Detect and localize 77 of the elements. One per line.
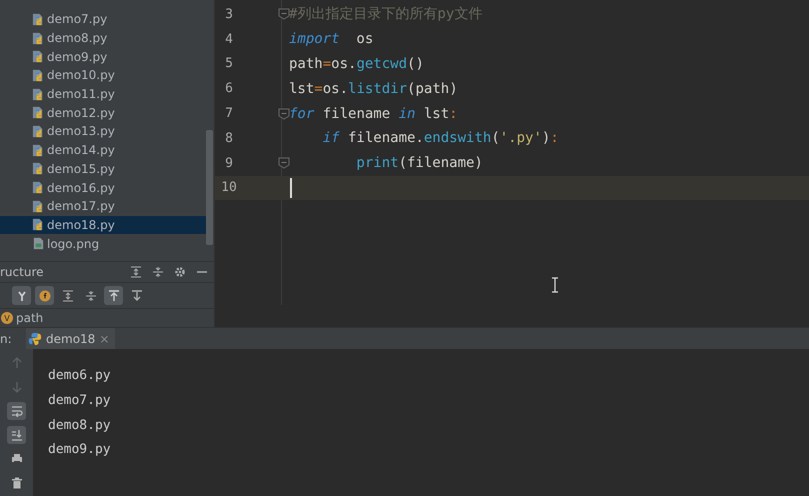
panel-title: ructure [0, 265, 44, 279]
code-line: print(filename) [355, 155, 483, 172]
expand-all-icon [62, 290, 74, 302]
scroll-to-end-icon [10, 429, 22, 441]
toolbar-toggle[interactable] [12, 286, 31, 305]
line-number: 5 [224, 56, 234, 72]
python-icon [28, 332, 42, 346]
python-file-icon [32, 32, 45, 45]
file-tree-item[interactable]: demo11.py [0, 84, 206, 104]
python-file-icon [32, 200, 45, 213]
text-caret [290, 178, 292, 198]
text-cursor-icon [551, 277, 559, 293]
run-toolbar-button[interactable] [7, 402, 26, 420]
run-toolbar-button[interactable] [7, 426, 26, 444]
file-tree-item[interactable]: logo.png [0, 234, 206, 253]
file-tree-item[interactable]: demo10.py [0, 66, 206, 85]
expand-all-icon[interactable] [130, 266, 142, 278]
python-file-icon [32, 88, 45, 101]
file-tree-item[interactable]: demo14.py [0, 140, 206, 160]
code-line: lst=os.listdir(path) [289, 80, 458, 97]
python-file-icon [32, 12, 45, 26]
file-tree-item[interactable]: demo12.py [0, 103, 206, 122]
settings-icon[interactable] [174, 266, 186, 278]
python-file-icon [32, 68, 45, 82]
file-tree-item[interactable]: demo13.py [0, 122, 206, 141]
arrow-up-icon [10, 357, 22, 369]
console-output-line: demo9.py [48, 441, 111, 460]
python-file-icon [32, 106, 45, 120]
line-number: 9 [224, 156, 234, 171]
console-output-line: demo7.py [48, 392, 111, 410]
soft-wrap-icon [10, 405, 22, 417]
fold-marker-icon[interactable] [278, 108, 290, 120]
file-tree-item[interactable]: demo9.py [0, 47, 206, 66]
collapse-all-icon[interactable] [152, 266, 164, 278]
file-tree-item[interactable]: demo18.py [0, 216, 206, 234]
code-line: path=os.getcwd() [289, 56, 424, 72]
scrollbar[interactable] [206, 130, 213, 245]
file-tree-item[interactable]: demo8.py [0, 28, 206, 48]
fold-marker-icon[interactable] [278, 8, 290, 20]
line-number: 4 [224, 32, 234, 47]
print-icon [10, 453, 22, 465]
structure-item[interactable]: path [16, 311, 44, 325]
toolbar-toggle[interactable] [104, 286, 123, 305]
toolbar-toggle[interactable] [35, 286, 54, 305]
line-number: 3 [224, 6, 234, 22]
variable-badge: V [1, 312, 13, 324]
file-tree-item[interactable]: demo7.py [0, 10, 206, 29]
file-tree-item[interactable]: demo17.py [0, 196, 206, 216]
fold-marker-icon[interactable] [278, 157, 290, 170]
hierarchy-icon [16, 290, 28, 302]
run-tab[interactable]: demo18 × [26, 328, 116, 349]
panel-label: n: [0, 332, 13, 346]
file-tree-item[interactable]: demo15.py [0, 160, 206, 178]
python-file-icon [32, 50, 45, 64]
python-file-icon [32, 144, 45, 157]
scroll-down-icon [130, 290, 142, 302]
code-line: for filename in lst: [289, 106, 458, 122]
python-file-icon [32, 124, 45, 138]
code-line: #列出指定目录下的所有py文件 [289, 5, 482, 24]
python-file-icon [32, 218, 45, 232]
console-output-line: demo8.py [48, 416, 111, 435]
console-output-line: demo6.py [48, 367, 111, 385]
line-number: 6 [224, 81, 234, 96]
line-number: 10 [220, 180, 238, 196]
line-number: 8 [224, 130, 234, 146]
code-line: if filename.endswith('.py'): [322, 130, 559, 146]
collapse-all-icon [84, 290, 96, 302]
file-tree-item[interactable]: demo16.py [0, 178, 206, 197]
field-badge-icon [38, 290, 50, 302]
code-line: import os [289, 31, 374, 48]
trash-icon [10, 477, 22, 489]
python-file-icon [32, 162, 45, 176]
arrow-down-icon [10, 381, 22, 393]
line-number: 7 [224, 106, 234, 122]
scroll-up-icon [108, 290, 120, 302]
python-file-icon [32, 181, 45, 194]
image-file-icon [32, 237, 45, 250]
